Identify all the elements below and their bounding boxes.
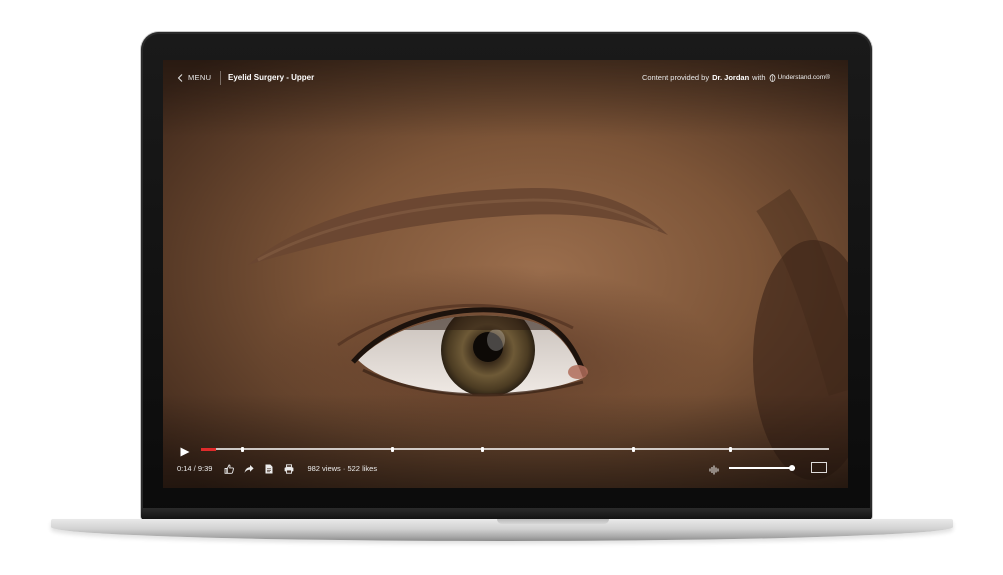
chapter-marker[interactable]	[632, 446, 636, 452]
document-button[interactable]	[263, 463, 274, 474]
title-divider	[220, 71, 221, 85]
progress-played	[201, 447, 217, 451]
provider-prefix: Content provided by	[641, 73, 710, 82]
menu-button[interactable]: MENU	[177, 73, 211, 82]
chapter-marker[interactable]	[240, 446, 244, 452]
fullscreen-button[interactable]	[811, 462, 827, 473]
control-row: 0:14 / 9:39 982 views · 522 likes	[177, 463, 377, 474]
content-provider: Content provided by Dr. Jordan with Unde…	[642, 73, 830, 82]
time-display: 0:14 / 9:39	[177, 464, 213, 473]
print-button[interactable]	[283, 463, 294, 474]
play-button[interactable]	[180, 444, 190, 457]
share-icon	[244, 464, 254, 473]
like-button[interactable]	[223, 463, 234, 474]
understand-logo-icon	[769, 73, 775, 82]
chevron-left-icon	[177, 73, 183, 82]
document-icon	[265, 464, 273, 473]
menu-label: MENU	[188, 73, 212, 82]
volume-icon	[709, 465, 719, 475]
laptop-base	[51, 519, 953, 541]
chapter-marker[interactable]	[391, 446, 395, 452]
video-title: Eyelid Surgery - Upper	[228, 73, 315, 82]
view-like-stats: 982 views · 522 likes	[307, 464, 378, 473]
provider-name: Dr. Jordan	[712, 73, 750, 82]
provider-with: with	[752, 73, 766, 82]
print-icon	[284, 463, 294, 474]
provider-brand-name: Understand.com®	[777, 74, 830, 81]
progress-bar[interactable]	[201, 446, 829, 452]
video-frame-eye-closeup	[163, 60, 848, 488]
thumbs-up-icon	[224, 464, 234, 474]
provider-brand[interactable]: Understand.com®	[769, 73, 830, 82]
video-player[interactable]: MENU Eyelid Surgery - Upper Content prov…	[163, 60, 848, 488]
volume-button[interactable]	[709, 462, 721, 475]
play-icon	[180, 447, 190, 457]
volume-slider-handle[interactable]	[788, 464, 795, 471]
laptop-mockup: MENU Eyelid Surgery - Upper Content prov…	[0, 0, 1003, 575]
chapter-marker[interactable]	[728, 446, 732, 452]
laptop-opening-notch	[497, 519, 609, 524]
volume-slider[interactable]	[729, 464, 795, 471]
share-button[interactable]	[243, 463, 254, 474]
